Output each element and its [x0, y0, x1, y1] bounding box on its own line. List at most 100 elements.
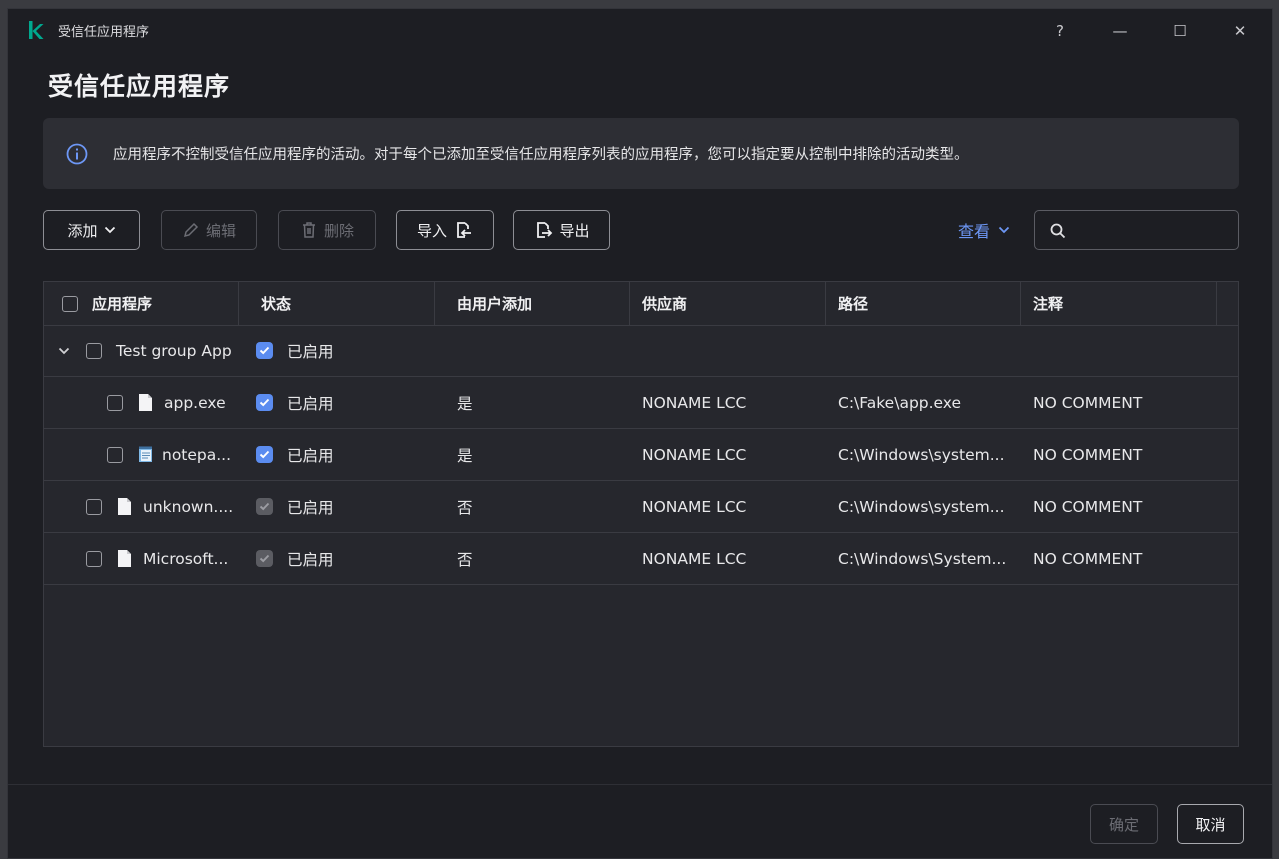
column-app-label: 应用程序: [92, 295, 153, 313]
user-added-cell: 是: [457, 394, 473, 413]
ok-button[interactable]: 确定: [1090, 804, 1158, 844]
search-input[interactable]: [1075, 217, 1234, 245]
chevron-down-icon: [998, 226, 1010, 234]
column-header-path[interactable]: 路径: [826, 282, 1021, 325]
import-label: 导入: [416, 221, 447, 240]
group-name: Test group App: [116, 341, 232, 360]
comment-cell: NO COMMENT: [1033, 497, 1143, 516]
import-icon: [457, 222, 471, 238]
row-checkbox[interactable]: [86, 498, 102, 515]
status-checkbox[interactable]: [256, 446, 273, 463]
status-checkbox[interactable]: [256, 394, 273, 411]
delete-button[interactable]: 删除: [278, 210, 376, 250]
info-icon: [66, 143, 88, 164]
status-cell: 已启用: [256, 429, 334, 480]
file-icon: [118, 550, 131, 567]
vendor-cell: NONAME LCC: [642, 497, 747, 516]
apps-table: 应用程序 状态 由用户添加 供应商 路径 注释 Test group App 已…: [43, 281, 1239, 747]
path-cell: C:\Windows\system...: [838, 445, 1005, 464]
column-header-user-added[interactable]: 由用户添加: [435, 282, 630, 325]
comment-cell: NO COMMENT: [1033, 393, 1143, 412]
column-comment-label: 注释: [1033, 295, 1064, 313]
chevron-down-icon: [104, 226, 115, 234]
table-row[interactable]: Microsoft... 已启用 否 NONAME LCC C:\Windows…: [44, 533, 1238, 585]
row-checkbox[interactable]: [107, 394, 123, 411]
checkbox-checked-icon: [259, 346, 270, 355]
row-checkbox[interactable]: [86, 550, 102, 567]
select-all-checkbox[interactable]: [62, 295, 78, 312]
vendor-cell: NONAME LCC: [642, 445, 747, 464]
comment-cell: NO COMMENT: [1033, 549, 1143, 568]
column-vendor-label: 供应商: [642, 295, 688, 313]
status-cell: 已启用: [256, 481, 334, 532]
app-name-cell: unknown....: [86, 481, 233, 532]
table-row[interactable]: app.exe 已启用 是 NONAME LCC C:\Fake\app.exe…: [44, 377, 1238, 429]
kaspersky-logo: [29, 21, 44, 39]
status-checkbox[interactable]: [256, 342, 273, 359]
notepad-icon: [139, 446, 152, 462]
status-text: 已启用: [287, 394, 334, 413]
file-icon: [139, 394, 152, 411]
delete-label: 删除: [323, 221, 354, 240]
ok-label: 确定: [1108, 815, 1139, 834]
column-header-vendor[interactable]: 供应商: [630, 282, 826, 325]
import-button[interactable]: 导入: [396, 210, 494, 250]
edit-button[interactable]: 编辑: [161, 210, 257, 250]
app-name: app.exe: [164, 393, 226, 412]
status-text: 已启用: [287, 550, 334, 569]
app-name-cell: Microsoft...: [86, 533, 228, 584]
export-icon: [537, 222, 553, 238]
export-label: 导出: [559, 221, 590, 240]
checkbox-checked-icon: [259, 502, 270, 511]
close-button[interactable]: ✕: [1220, 17, 1260, 45]
view-button[interactable]: 查看: [958, 218, 1010, 242]
path-cell: C:\Fake\app.exe: [838, 393, 962, 412]
table-row-group[interactable]: Test group App 已启用: [44, 325, 1238, 377]
page-title: 受信任应用程序: [48, 72, 231, 101]
search-box[interactable]: [1034, 210, 1239, 250]
chevron-down-icon[interactable]: [58, 347, 70, 355]
column-header-status[interactable]: 状态: [239, 282, 435, 325]
dialog-window: 受信任应用程序 ? — ☐ ✕ 受信任应用程序 应用程序不控制受信任应用程序的活…: [7, 8, 1273, 859]
dialog-footer: [8, 784, 1272, 858]
column-status-label: 状态: [261, 295, 292, 313]
column-header-comment[interactable]: 注释: [1021, 282, 1217, 325]
add-button[interactable]: 添加: [43, 210, 140, 250]
minimize-button[interactable]: —: [1100, 17, 1140, 45]
status-text: 已启用: [287, 446, 334, 465]
info-banner: 应用程序不控制受信任应用程序的活动。对于每个已添加至受信任应用程序列表的应用程序…: [43, 118, 1239, 189]
edit-label: 编辑: [205, 221, 236, 240]
table-header: 应用程序 状态 由用户添加 供应商 路径 注释: [44, 282, 1238, 326]
search-icon: [1050, 223, 1066, 239]
table-row[interactable]: notepa... 已启用 是 NONAME LCC C:\Windows\sy…: [44, 429, 1238, 481]
user-added-cell: 否: [457, 550, 473, 569]
row-checkbox[interactable]: [86, 342, 102, 359]
checkbox-checked-icon: [259, 398, 270, 407]
file-icon: [118, 498, 131, 515]
export-button[interactable]: 导出: [513, 210, 610, 250]
app-name: unknown....: [143, 497, 234, 516]
checkbox-checked-icon: [259, 450, 270, 459]
user-added-cell: 是: [457, 446, 473, 465]
path-cell: C:\Windows\System...: [838, 549, 1007, 568]
user-added-cell: 否: [457, 498, 473, 517]
group-status: 已启用: [287, 342, 334, 361]
checkbox-checked-icon: [259, 554, 270, 563]
app-name-cell: app.exe: [107, 377, 226, 428]
table-row[interactable]: unknown.... 已启用 否 NONAME LCC C:\Windows\…: [44, 481, 1238, 533]
status-cell: 已启用: [256, 377, 334, 428]
pencil-icon: [183, 222, 199, 238]
window-title: 受信任应用程序: [58, 25, 150, 40]
close-icon: ✕: [1233, 22, 1247, 40]
column-header-app[interactable]: 应用程序: [44, 282, 239, 325]
column-user-added-label: 由用户添加: [457, 295, 533, 313]
cancel-button[interactable]: 取消: [1177, 804, 1244, 844]
cancel-label: 取消: [1195, 815, 1226, 834]
help-button[interactable]: ?: [1040, 17, 1080, 45]
minimize-icon: —: [1112, 22, 1128, 40]
maximize-icon: ☐: [1173, 22, 1187, 40]
status-checkbox: [256, 498, 273, 515]
row-checkbox[interactable]: [107, 446, 123, 463]
maximize-button[interactable]: ☐: [1160, 17, 1200, 45]
add-label: 添加: [67, 221, 98, 240]
